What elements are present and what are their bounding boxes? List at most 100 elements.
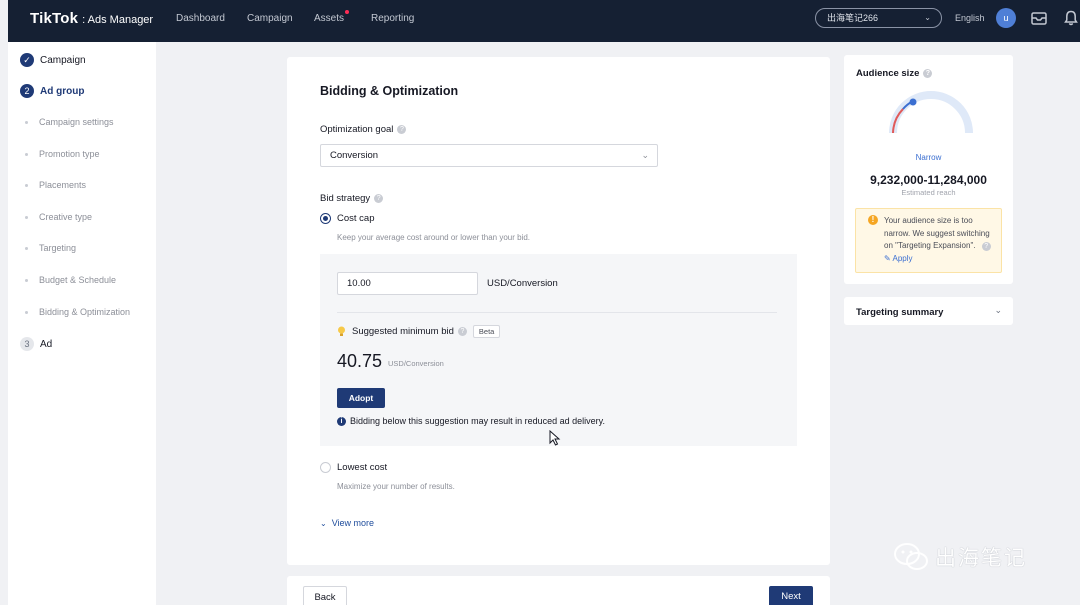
bullet-icon (25, 152, 28, 156)
sidebar-item-campaign-settings[interactable]: Campaign settings (25, 117, 114, 127)
estimated-reach-value: 9,232,000-11,284,000 (870, 173, 987, 187)
help-icon[interactable]: ? (374, 194, 384, 203)
audience-size-card: Audience size ? Narrow 9,232,000-11,284,… (844, 55, 1013, 284)
bid-strategy-label-text: Bid strategy (320, 193, 371, 204)
sidebar-item-label: Creative type (39, 212, 93, 222)
suggested-minimum-bid-row: Suggested minimum bid ? Beta (337, 325, 501, 338)
optimization-goal-value: Conversion (330, 150, 379, 161)
nav-assets[interactable]: Assets (314, 13, 344, 24)
divider (337, 312, 777, 313)
wechat-watermark: 出海笔记 (893, 542, 1027, 572)
help-icon[interactable]: ? (397, 125, 407, 134)
bid-strategy-label: Bid strategy ? (320, 193, 384, 204)
lowest-cost-radio-option[interactable]: Lowest cost (320, 462, 387, 473)
audience-size-title-text: Audience size (856, 68, 920, 79)
targeting-summary-title: Targeting summary (856, 307, 944, 318)
sidebar-item-label: Placements (39, 180, 87, 190)
apply-link[interactable]: ✎ Apply (884, 254, 913, 263)
sidebar-item-budget-schedule[interactable]: Budget & Schedule (25, 275, 116, 285)
assets-notification-dot (345, 10, 349, 14)
suggested-bid-value: 40.75 (337, 351, 383, 371)
lowest-cost-hint: Maximize your number of results. (337, 482, 455, 491)
sidebar-step-label: Ad (40, 338, 53, 350)
bullet-icon (25, 246, 28, 250)
footer-bar: Back Next (287, 576, 830, 605)
adopt-button[interactable]: Adopt (337, 388, 385, 408)
double-chevron-down-icon: ⌄ (320, 518, 327, 528)
radio-selected[interactable] (320, 213, 331, 224)
step-number-badge: 3 (20, 337, 34, 351)
account-name: 出海笔记266 (827, 13, 879, 23)
bid-warning-message: i Bidding below this suggestion may resu… (337, 416, 605, 426)
beta-badge: Beta (472, 325, 501, 338)
bullet-icon (25, 215, 28, 219)
bullet-icon (25, 278, 28, 282)
bid-amount-input[interactable]: 10.00 (337, 272, 478, 295)
radio-unselected[interactable] (320, 462, 331, 473)
sidebar-step-ad[interactable]: 3 Ad (20, 337, 52, 351)
view-more-link[interactable]: ⌄ View more (320, 518, 374, 528)
back-button[interactable]: Back (303, 586, 347, 605)
chevron-down-icon[interactable]: ⌄ (994, 305, 1002, 316)
apply-label: Apply (892, 253, 913, 263)
sidebar-step-campaign[interactable]: ✓ Campaign (20, 53, 86, 67)
sidebar-step-ad-group[interactable]: 2 Ad group (20, 84, 84, 98)
tiktok-ads-manager-logo[interactable]: TikTok : Ads Manager (30, 10, 153, 27)
audience-warning-text: Your audience size is too narrow. We sug… (884, 216, 990, 251)
bullet-icon (25, 183, 28, 187)
sidebar-item-promotion-type[interactable]: Promotion type (25, 149, 100, 159)
mouse-cursor-icon (549, 430, 561, 446)
logo-sub-text: : Ads Manager (82, 14, 154, 26)
cost-cap-label: Cost cap (337, 213, 375, 224)
sidebar-step-label: Campaign (40, 54, 86, 66)
step-number-badge: 2 (20, 84, 34, 98)
lowest-cost-label: Lowest cost (337, 462, 388, 473)
nav-dashboard[interactable]: Dashboard (176, 13, 225, 24)
bullet-icon (25, 310, 28, 314)
chevron-down-icon: ⌄ (641, 150, 649, 160)
sidebar-item-label: Bidding & Optimization (39, 307, 131, 317)
section-title: Bidding & Optimization (320, 84, 459, 98)
help-icon[interactable]: ? (981, 242, 991, 252)
avatar[interactable]: u (996, 8, 1016, 28)
cost-cap-hint: Keep your average cost around or lower t… (337, 233, 531, 242)
sidebar-item-label: Budget & Schedule (39, 275, 117, 285)
account-selector[interactable]: 出海笔记266 ⌄ (815, 8, 942, 28)
sidebar-step-label: Ad group (40, 85, 85, 97)
view-more-label: View more (331, 518, 375, 528)
language-switch[interactable]: English (955, 13, 985, 23)
info-icon: i (337, 416, 346, 426)
help-icon[interactable]: ? (923, 69, 933, 78)
cost-cap-radio-option[interactable]: Cost cap (320, 213, 375, 224)
audience-warning: ! Your audience size is too narrow. We s… (855, 208, 1002, 273)
logo-main-text: TikTok (30, 10, 79, 27)
audience-gauge (889, 91, 973, 134)
suggested-minimum-bid-label: Suggested minimum bid (352, 326, 454, 337)
audience-level: Narrow (915, 153, 942, 162)
optimization-goal-label-text: Optimization goal (320, 124, 394, 135)
next-button[interactable]: Next (769, 586, 813, 605)
nav-campaign[interactable]: Campaign (247, 13, 293, 24)
optimization-goal-select[interactable]: Conversion ⌄ (320, 144, 658, 167)
bell-icon[interactable] (1062, 9, 1080, 27)
audience-size-title: Audience size ? (856, 68, 933, 79)
suggested-bid-unit: USD/Conversion (388, 359, 444, 368)
sidebar-item-bidding-optimization[interactable]: Bidding & Optimization (25, 307, 130, 317)
chevron-down-icon: ⌄ (924, 13, 931, 22)
nav-reporting[interactable]: Reporting (371, 13, 414, 24)
help-icon[interactable]: ? (457, 327, 467, 336)
sidebar-item-creative-type[interactable]: Creative type (25, 212, 92, 222)
wechat-icon (894, 543, 928, 570)
cost-cap-panel: 10.00 USD/Conversion Suggested minimum b… (320, 254, 797, 446)
estimated-reach-label: Estimated reach (901, 188, 956, 197)
inbox-icon[interactable] (1030, 9, 1048, 27)
sidebar-item-targeting[interactable]: Targeting (25, 243, 76, 253)
watermark-text: 出海笔记 (935, 546, 1027, 570)
warning-icon: ! (868, 215, 878, 225)
bid-unit-label: USD/Conversion (487, 278, 558, 289)
lightbulb-icon (338, 326, 345, 336)
sidebar: ✓ Campaign 2 Ad group Campaign settings … (8, 42, 156, 605)
targeting-summary-card[interactable]: Targeting summary ⌄ (844, 297, 1013, 325)
sidebar-item-placements[interactable]: Placements (25, 180, 86, 190)
bidding-optimization-card: Bidding & Optimization Optimization goal… (287, 57, 830, 565)
